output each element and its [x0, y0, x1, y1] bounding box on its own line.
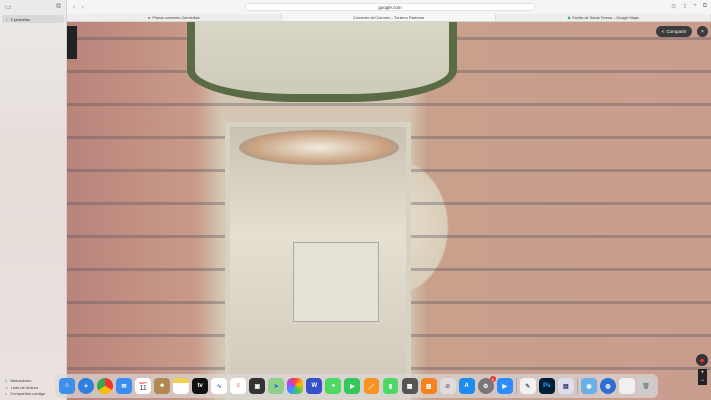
screenshot-icon[interactable]: ▣	[249, 378, 266, 394]
wordpress-icon[interactable]: W	[306, 378, 323, 394]
zoom-out-button[interactable]: −	[701, 378, 705, 384]
forward-button[interactable]: ›	[81, 4, 83, 11]
new-tab-button[interactable]: +	[693, 3, 697, 10]
vault-arch	[187, 22, 457, 102]
zoom-control: + −	[698, 369, 707, 385]
trash-icon[interactable]: 🗑	[638, 378, 655, 394]
mail-icon[interactable]: ✉	[116, 378, 133, 394]
contacts-icon[interactable]: ☻	[154, 378, 171, 394]
share-icon: <	[661, 29, 665, 34]
photoshop-icon[interactable]: Ps	[538, 378, 555, 394]
preview-icon[interactable]: ▤	[557, 378, 574, 394]
notification-badge: 3	[489, 376, 496, 382]
reminders-icon[interactable]: ≡	[230, 378, 247, 394]
finder-icon[interactable]: ☺	[59, 378, 75, 394]
tab-convento[interactable]: Convento del Carmen – Turismo Pastrana	[281, 14, 497, 21]
maps-icon[interactable]: ➤	[268, 378, 285, 394]
compass-icon[interactable]: ◆	[696, 354, 708, 366]
tabs-icon: ▪	[6, 16, 8, 22]
zoom-app-icon[interactable]: ▶	[496, 378, 513, 394]
photos-icon[interactable]	[287, 378, 304, 394]
tab-overview-icon[interactable]: ⧉	[703, 3, 707, 10]
messages-icon[interactable]: ●	[325, 378, 342, 394]
back-button[interactable]: ‹	[73, 4, 75, 11]
app-store-icon[interactable]: A	[458, 378, 475, 394]
calendar-icon[interactable]: SEPT 11	[135, 378, 152, 394]
tab-group-icon[interactable]: ⧉	[56, 3, 61, 11]
numbers-icon[interactable]: ▮	[382, 378, 399, 394]
zoom-in-button[interactable]: +	[701, 370, 705, 376]
sidebar-shared-with-you[interactable]: ◐ Compartido contigo	[5, 391, 45, 398]
calculator-icon[interactable]: ▦	[401, 378, 418, 394]
painted-ceiling	[239, 130, 399, 165]
altar	[293, 242, 379, 322]
safari-sidebar: ▭ ⧉ ▪ 3 pestañas ▯ Marcadores ∞ Lista de lec…	[0, 0, 67, 400]
downloads-folder-icon[interactable]: ◉	[581, 378, 597, 394]
maps-favicon-icon: ◆	[567, 16, 571, 20]
desktop-window-icon[interactable]	[619, 378, 636, 394]
sidebar-tab-group[interactable]: ▪ 3 pestañas	[2, 15, 64, 23]
sidebar-toggle-icon[interactable]: ▭	[5, 3, 12, 11]
tab-google-maps[interactable]: ◆ Ermita de Santa Teresa – Google Maps	[496, 14, 711, 21]
restricted-app-icon[interactable]: ⊘	[439, 378, 456, 394]
glasses-icon: ∞	[5, 384, 8, 390]
notes-icon[interactable]	[173, 378, 190, 394]
share-icon[interactable]: ⇪	[682, 3, 687, 10]
bookmark-icon: ▯	[5, 378, 8, 384]
toolbar: ‹ › google.com ⊙ ⇪ + ⧉	[67, 0, 711, 14]
download-icon[interactable]: ⊙	[671, 3, 676, 10]
tab-planos[interactable]: ● Planos convento Carmelitas	[67, 14, 282, 21]
facetime-icon[interactable]: ▶	[344, 378, 361, 394]
close-button[interactable]: ×	[697, 26, 708, 37]
share-button[interactable]: < Compartir	[656, 26, 692, 37]
pages-icon[interactable]: ／	[363, 378, 380, 394]
textedit-icon[interactable]: ✎	[519, 378, 536, 394]
globe-icon[interactable]: ◍	[600, 378, 616, 394]
tab-bar: ● Planos convento Carmelitas Convento del…	[67, 14, 711, 22]
dock-separator	[576, 378, 578, 394]
dock-separator	[515, 378, 517, 394]
apple-tv-icon[interactable]: tv	[192, 378, 209, 394]
favicon-icon: ●	[148, 15, 151, 20]
dock: ☺ ✧ ✉ SEPT 11 ☻ tv ∿ ≡ ▣ ➤ W ● ▶ ／ ▮ ▦ ▥ …	[55, 374, 658, 398]
shared-icon: ◐	[5, 391, 8, 397]
freeform-icon[interactable]: ∿	[211, 378, 228, 394]
safari-icon[interactable]: ✧	[78, 378, 94, 394]
street-view-panel-toggle[interactable]	[67, 26, 77, 59]
street-view-panorama[interactable]: < Compartir × ◆ + −	[67, 22, 711, 400]
books-icon[interactable]: ▥	[420, 378, 437, 394]
chrome-icon[interactable]	[97, 378, 113, 394]
address-bar[interactable]: google.com	[245, 3, 535, 11]
system-settings-icon[interactable]: ⚙ 3	[477, 376, 496, 394]
